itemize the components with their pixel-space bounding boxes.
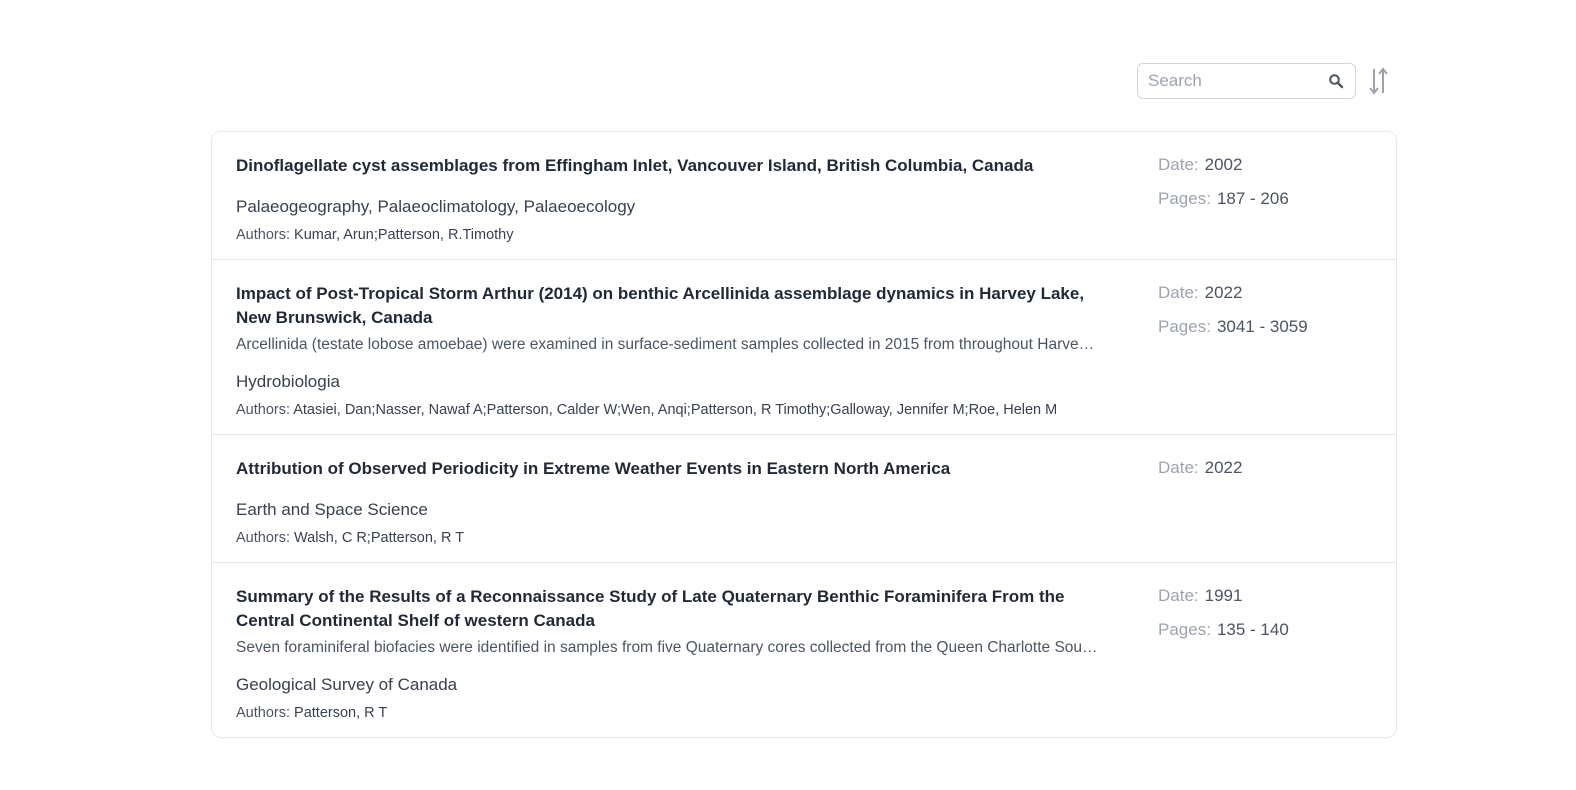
search-input[interactable] bbox=[1148, 71, 1318, 91]
publication-list: Dinoflagellate cyst assemblages from Eff… bbox=[211, 131, 1397, 738]
publication-abstract: Seven foraminiferal biofacies were ident… bbox=[236, 639, 1098, 656]
publication-title[interactable]: Summary of the Results of a Reconnaissan… bbox=[236, 585, 1106, 633]
pages-label: Pages: bbox=[1158, 189, 1211, 208]
publication-title[interactable]: Attribution of Observed Periodicity in E… bbox=[236, 457, 1106, 481]
date-label: Date: bbox=[1158, 155, 1199, 174]
authors-label: Authors: bbox=[236, 402, 290, 418]
date-label: Date: bbox=[1158, 283, 1199, 302]
authors-value: Walsh, C R;Patterson, R T bbox=[294, 530, 465, 546]
search-box[interactable] bbox=[1137, 63, 1356, 99]
pages-value: 135 - 140 bbox=[1216, 620, 1289, 639]
publication-item[interactable]: Summary of the Results of a Reconnaissan… bbox=[212, 563, 1396, 737]
sort-toggle-icon[interactable] bbox=[1367, 66, 1391, 96]
date-value: 2022 bbox=[1204, 458, 1243, 477]
publication-date: Date: 2002 bbox=[1158, 153, 1289, 177]
date-label: Date: bbox=[1158, 586, 1199, 605]
authors-value: Patterson, R T bbox=[294, 705, 388, 721]
publication-journal: Earth and Space Science bbox=[236, 500, 428, 519]
publication-date: Date: 2022 bbox=[1158, 281, 1308, 305]
publication-date: Date: 1991 bbox=[1158, 584, 1289, 608]
publication-authors: Authors: Atasiei, Dan;Nasser, Nawaf A;Pa… bbox=[236, 400, 1106, 420]
authors-label: Authors: bbox=[236, 530, 290, 546]
pages-value: 3041 - 3059 bbox=[1216, 317, 1308, 336]
date-label: Date: bbox=[1158, 458, 1199, 477]
publication-item[interactable]: Impact of Post-Tropical Storm Arthur (20… bbox=[212, 260, 1396, 435]
date-value: 2022 bbox=[1204, 283, 1243, 302]
publication-pages: Pages: 135 - 140 bbox=[1158, 618, 1289, 642]
publication-journal: Geological Survey of Canada bbox=[236, 675, 458, 694]
search-icon[interactable] bbox=[1327, 72, 1345, 90]
publication-item[interactable]: Attribution of Observed Periodicity in E… bbox=[212, 435, 1396, 563]
date-value: 2002 bbox=[1204, 155, 1243, 174]
publication-title[interactable]: Dinoflagellate cyst assemblages from Eff… bbox=[236, 154, 1106, 178]
publication-title[interactable]: Impact of Post-Tropical Storm Arthur (20… bbox=[236, 282, 1106, 330]
publication-pages: Pages: 187 - 206 bbox=[1158, 187, 1289, 211]
pages-value: 187 - 206 bbox=[1216, 189, 1289, 208]
publication-authors: Authors: Patterson, R T bbox=[236, 703, 1106, 723]
authors-value: Atasiei, Dan;Nasser, Nawaf A;Patterson, … bbox=[293, 402, 1058, 418]
authors-label: Authors: bbox=[236, 705, 290, 721]
authors-label: Authors: bbox=[236, 227, 290, 243]
publication-date: Date: 2022 bbox=[1158, 456, 1242, 480]
publication-journal: Hydrobiologia bbox=[236, 372, 340, 391]
pages-label: Pages: bbox=[1158, 317, 1211, 336]
publication-item[interactable]: Dinoflagellate cyst assemblages from Eff… bbox=[212, 132, 1396, 260]
authors-value: Kumar, Arun;Patterson, R.Timothy bbox=[294, 227, 514, 243]
publication-abstract: Arcellinida (testate lobose amoebae) wer… bbox=[236, 336, 1098, 353]
date-value: 1991 bbox=[1204, 586, 1243, 605]
publication-journal: Palaeogeography, Palaeoclimatology, Pala… bbox=[236, 197, 636, 216]
publication-authors: Authors: Kumar, Arun;Patterson, R.Timoth… bbox=[236, 225, 1106, 245]
pages-label: Pages: bbox=[1158, 620, 1211, 639]
publication-authors: Authors: Walsh, C R;Patterson, R T bbox=[236, 528, 1106, 548]
publication-pages: Pages: 3041 - 3059 bbox=[1158, 315, 1308, 339]
toolbar bbox=[1137, 63, 1395, 99]
